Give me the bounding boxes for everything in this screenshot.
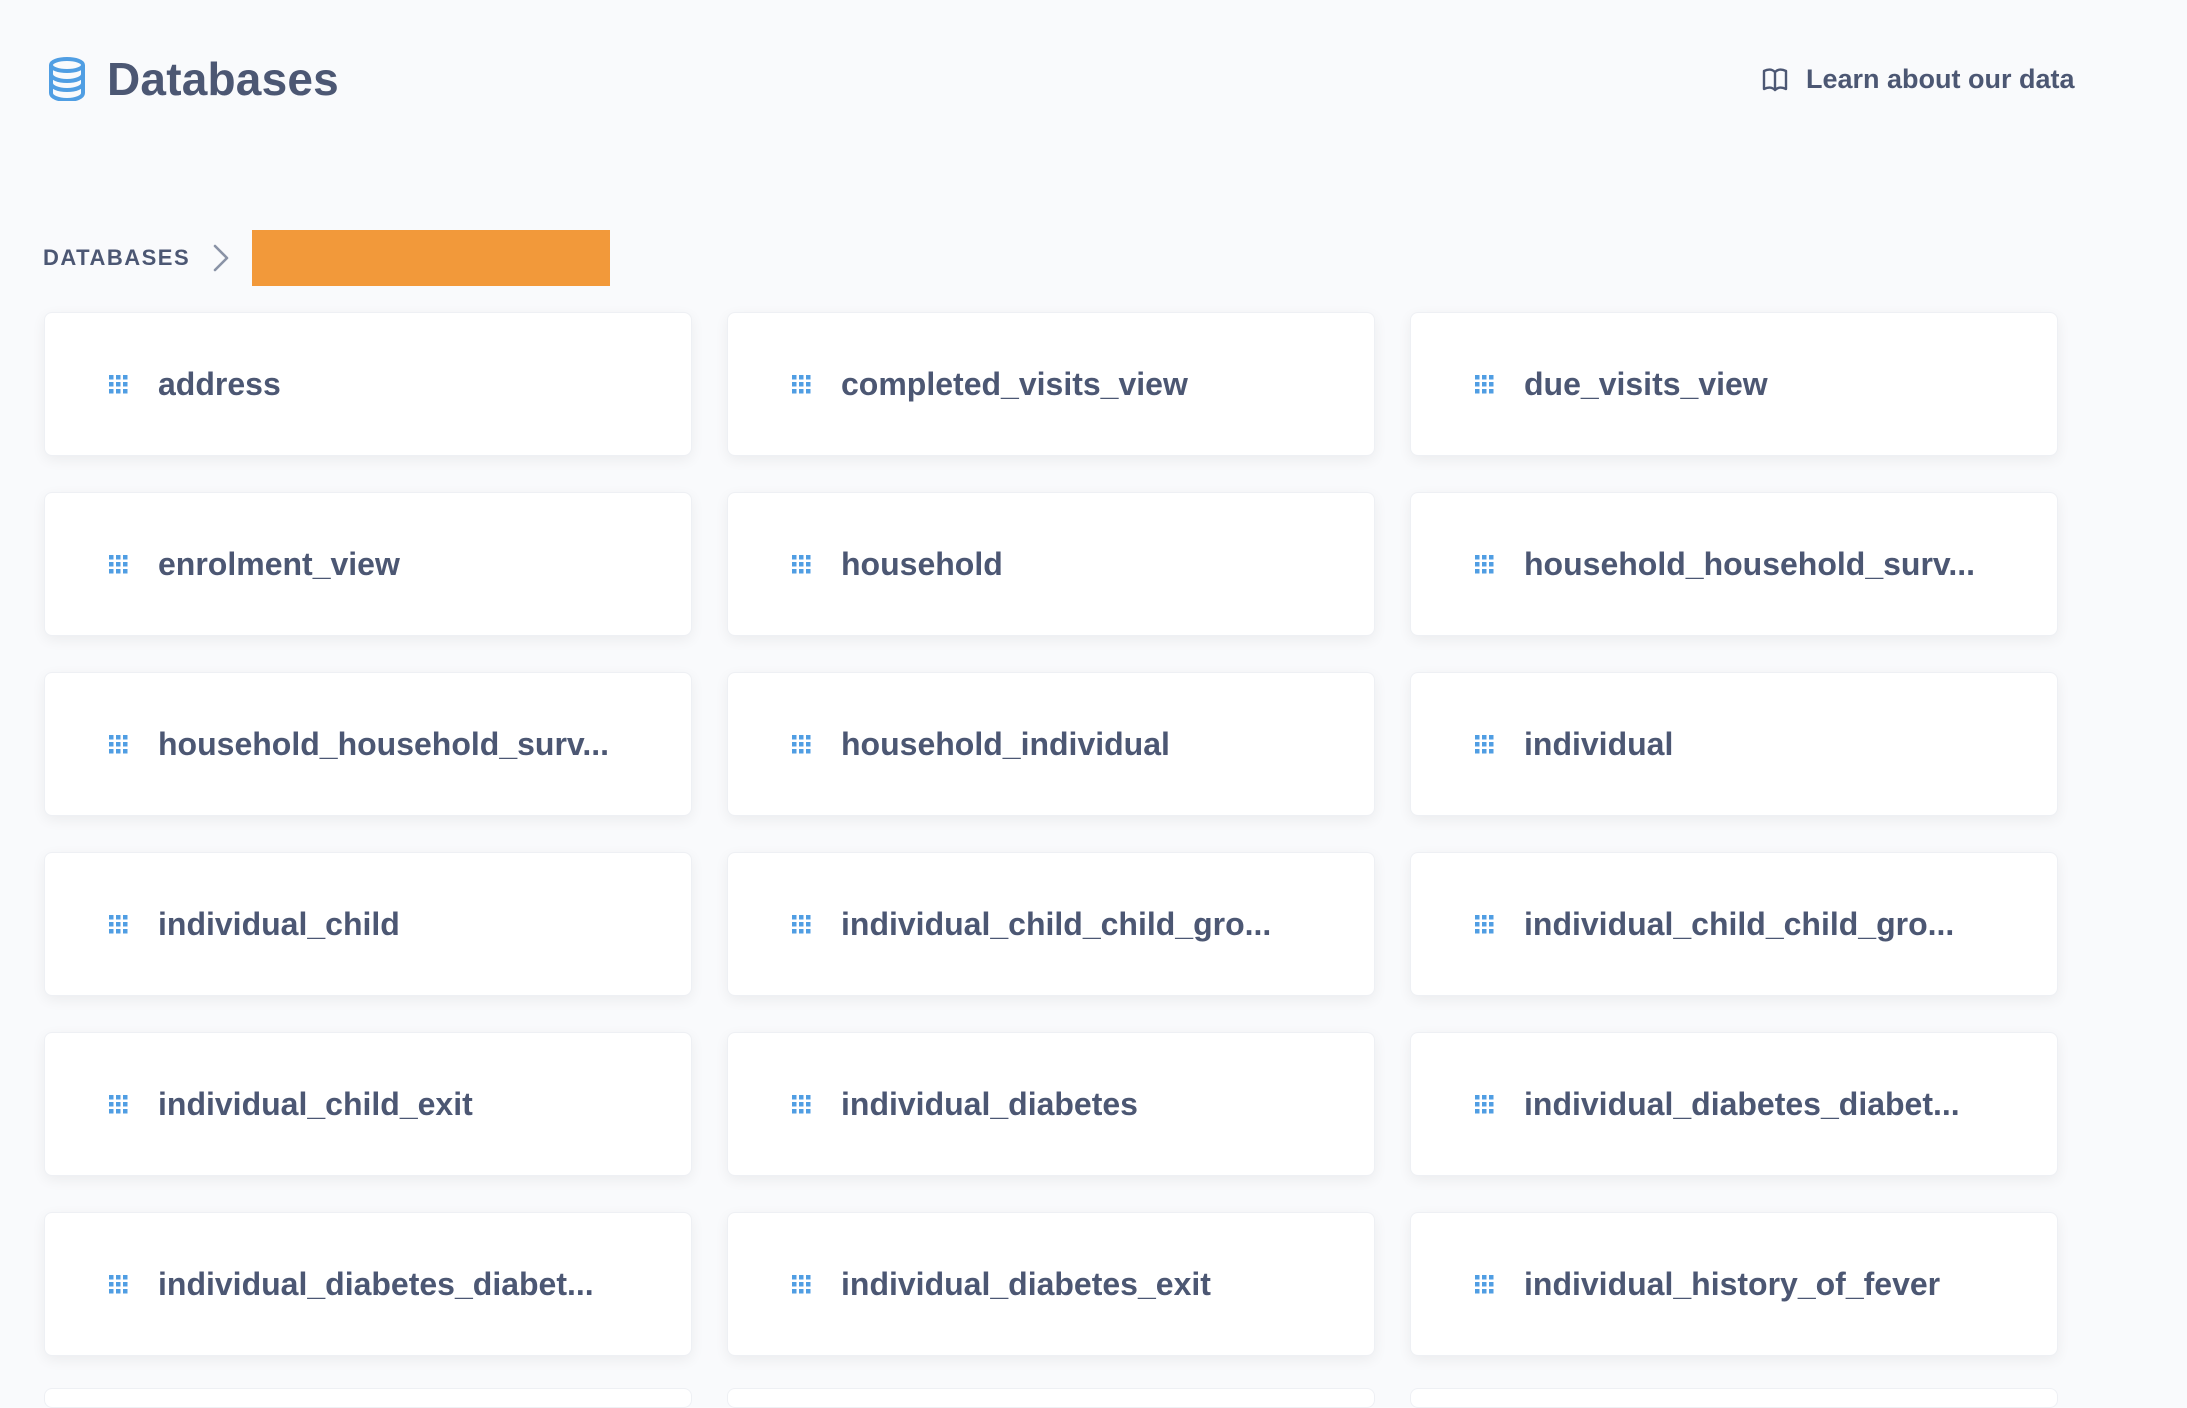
table-grid-icon — [109, 735, 128, 754]
breadcrumb-databases[interactable]: DATABASES — [43, 245, 190, 271]
table-card-partial[interactable] — [727, 1388, 1375, 1408]
table-card-partial[interactable] — [1410, 1388, 2058, 1408]
table-card-label: individual_child — [158, 905, 400, 942]
table-card-label: individual_child_exit — [158, 1085, 473, 1122]
table-card-label: due_visits_view — [1524, 365, 1768, 402]
table-card-label: enrolment_view — [158, 545, 400, 582]
table-card-label: household_individual — [841, 725, 1170, 762]
table-card-label: individual_diabetes_exit — [841, 1265, 1211, 1302]
table-grid-icon — [792, 555, 811, 574]
table-grid-icon — [109, 1095, 128, 1114]
page-title: Databases — [107, 53, 339, 105]
learn-link-label: Learn about our data — [1806, 64, 2075, 94]
table-grid-icon — [1475, 1275, 1494, 1294]
table-card[interactable]: household_individual — [727, 672, 1375, 816]
table-card[interactable]: individual_child — [44, 852, 692, 996]
table-card-label: individual_child_child_gro... — [841, 905, 1272, 942]
table-card-label: completed_visits_view — [841, 365, 1188, 402]
table-card-label: individual_child_child_gro... — [1524, 905, 1955, 942]
table-card-label: individual_diabetes — [841, 1085, 1138, 1122]
chevron-right-icon — [213, 244, 229, 272]
table-card[interactable]: individual_diabetes_exit — [727, 1212, 1375, 1356]
table-card[interactable]: household — [727, 492, 1375, 636]
table-grid-icon — [1475, 915, 1494, 934]
database-icon — [49, 57, 85, 101]
table-grid-icon — [792, 1095, 811, 1114]
table-grid-icon — [792, 735, 811, 754]
table-card[interactable]: enrolment_view — [44, 492, 692, 636]
table-card-label: household — [841, 545, 1003, 582]
table-grid-icon — [1475, 375, 1494, 394]
table-card[interactable]: household_household_surv... — [1410, 492, 2058, 636]
breadcrumb: DATABASES — [43, 230, 611, 286]
table-grid-icon — [109, 915, 128, 934]
table-card[interactable]: address — [44, 312, 692, 456]
table-grid-icon — [109, 1275, 128, 1294]
learn-about-data-link[interactable]: Learn about our data — [1762, 64, 2075, 95]
table-card[interactable]: individual_diabetes_diabet... — [1410, 1032, 2058, 1176]
table-card[interactable]: due_visits_view — [1410, 312, 2058, 456]
table-card-label: individual — [1524, 725, 1674, 762]
table-card-label: individual_diabetes_diabet... — [1524, 1085, 1960, 1122]
table-grid-icon — [792, 1275, 811, 1294]
table-grid-icon — [109, 375, 128, 394]
table-card[interactable]: individual_diabetes — [727, 1032, 1375, 1176]
table-card-label: individual_history_of_fever — [1524, 1265, 1941, 1302]
table-grid: address completed_visits_view due_visits_v… — [44, 312, 2058, 1356]
table-grid-icon — [792, 915, 811, 934]
table-grid-icon — [1475, 555, 1494, 574]
title-area: Databases — [47, 52, 339, 106]
breadcrumb-current-redacted — [252, 230, 611, 286]
table-grid-icon — [792, 375, 811, 394]
table-card-label: individual_diabetes_diabet... — [158, 1265, 594, 1302]
book-icon — [1762, 67, 1788, 91]
table-card[interactable]: individual — [1410, 672, 2058, 816]
table-card[interactable]: household_household_surv... — [44, 672, 692, 816]
table-card[interactable]: completed_visits_view — [727, 312, 1375, 456]
table-card-label: address — [158, 365, 281, 402]
table-grid-icon — [109, 555, 128, 574]
table-grid-icon — [1475, 1095, 1494, 1114]
table-card-partial[interactable] — [44, 1388, 692, 1408]
table-card[interactable]: individual_child_exit — [44, 1032, 692, 1176]
table-card[interactable]: individual_child_child_gro... — [1410, 852, 2058, 996]
table-card-label: household_household_surv... — [1524, 545, 1976, 582]
table-card[interactable]: individual_child_child_gro... — [727, 852, 1375, 996]
table-card[interactable]: individual_diabetes_diabet... — [44, 1212, 692, 1356]
table-card-label: household_household_surv... — [158, 725, 610, 762]
table-grid-icon — [1475, 735, 1494, 754]
page-header: Databases Learn about our data — [0, 0, 2187, 170]
table-card[interactable]: individual_history_of_fever — [1410, 1212, 2058, 1356]
